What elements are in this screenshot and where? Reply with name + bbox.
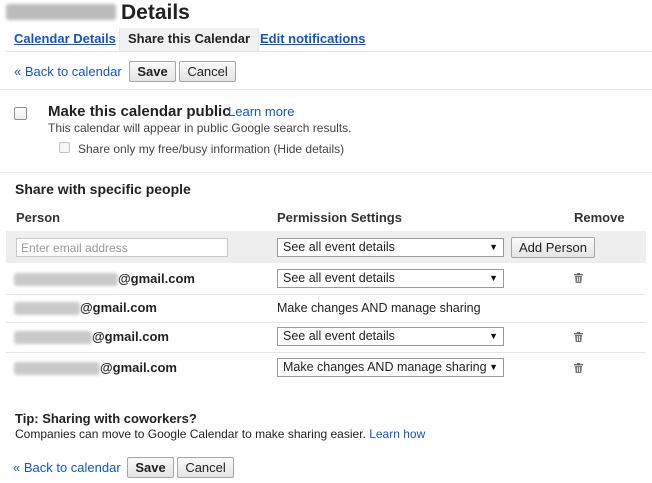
tab-bar: Calendar Details Share this Calendar Edi… bbox=[6, 28, 652, 52]
dropdown-arrow-icon: ▼ bbox=[489, 362, 498, 372]
tip-body: Companies can move to Google Calendar to… bbox=[15, 427, 426, 441]
tab-share-this-calendar[interactable]: Share this Calendar bbox=[119, 28, 260, 51]
shared-person: @gmail.com bbox=[14, 300, 157, 316]
redacted-email bbox=[14, 273, 118, 287]
redacted-email bbox=[14, 302, 80, 316]
new-permission-select[interactable]: See all event details ▼ bbox=[277, 238, 504, 257]
public-description: This calendar will appear in public Goog… bbox=[48, 121, 352, 135]
cancel-button[interactable]: Cancel bbox=[179, 61, 236, 82]
freebusy-checkbox[interactable] bbox=[59, 142, 70, 153]
divider bbox=[0, 172, 652, 173]
cancel-button[interactable]: Cancel bbox=[177, 457, 234, 478]
back-to-calendar-link[interactable]: « Back to calendar bbox=[13, 460, 121, 475]
page-title: Details bbox=[121, 1, 190, 24]
top-toolbar: « Back to calendar Save Cancel bbox=[14, 61, 236, 83]
add-person-button[interactable]: Add Person bbox=[511, 237, 595, 258]
permission-static-text: Make changes AND manage sharing bbox=[277, 301, 481, 315]
bottom-toolbar: « Back to calendar Save Cancel bbox=[13, 457, 234, 478]
redacted-email bbox=[14, 362, 100, 376]
row-divider bbox=[6, 294, 646, 295]
make-public-label: Make this calendar public bbox=[48, 103, 231, 120]
email-address-input[interactable] bbox=[16, 238, 228, 257]
tab-calendar-details[interactable]: Calendar Details bbox=[14, 28, 116, 51]
learn-how-link[interactable]: Learn how bbox=[369, 427, 425, 441]
column-header-person: Person bbox=[16, 210, 61, 225]
trash-icon[interactable] bbox=[574, 273, 583, 283]
save-button[interactable]: Save bbox=[129, 61, 176, 82]
permission-select[interactable]: See all event details ▼ bbox=[277, 327, 504, 346]
dropdown-arrow-icon: ▼ bbox=[489, 331, 498, 341]
permission-select[interactable]: Make changes AND manage sharing ▼ bbox=[277, 358, 504, 377]
back-to-calendar-link[interactable]: « Back to calendar bbox=[14, 64, 122, 79]
shared-person: @gmail.com bbox=[14, 271, 195, 287]
shared-person: @gmail.com bbox=[14, 360, 177, 376]
divider bbox=[0, 89, 652, 90]
trash-icon[interactable] bbox=[574, 332, 583, 342]
redacted-calendar-name bbox=[6, 4, 116, 20]
dropdown-arrow-icon: ▼ bbox=[489, 242, 498, 252]
learn-more-link[interactable]: Learn more bbox=[228, 104, 294, 119]
trash-icon[interactable] bbox=[574, 363, 583, 373]
row-divider bbox=[6, 322, 646, 323]
make-public-checkbox[interactable] bbox=[14, 107, 27, 120]
column-header-permission: Permission Settings bbox=[277, 210, 402, 225]
share-section-title: Share with specific people bbox=[15, 181, 191, 197]
save-button[interactable]: Save bbox=[127, 457, 174, 478]
tip-title: Tip: Sharing with coworkers? bbox=[15, 411, 197, 426]
dropdown-arrow-icon: ▼ bbox=[489, 273, 498, 283]
shared-person: @gmail.com bbox=[14, 329, 169, 345]
column-header-remove: Remove bbox=[574, 210, 625, 225]
page-header: Details bbox=[6, 0, 652, 26]
permission-select[interactable]: See all event details ▼ bbox=[277, 269, 504, 288]
freebusy-label: Share only my free/busy information (Hid… bbox=[78, 142, 345, 156]
tab-edit-notifications[interactable]: Edit notifications bbox=[260, 28, 365, 51]
row-divider bbox=[6, 352, 646, 353]
new-permission-value: See all event details bbox=[283, 240, 395, 254]
redacted-email bbox=[14, 331, 92, 345]
